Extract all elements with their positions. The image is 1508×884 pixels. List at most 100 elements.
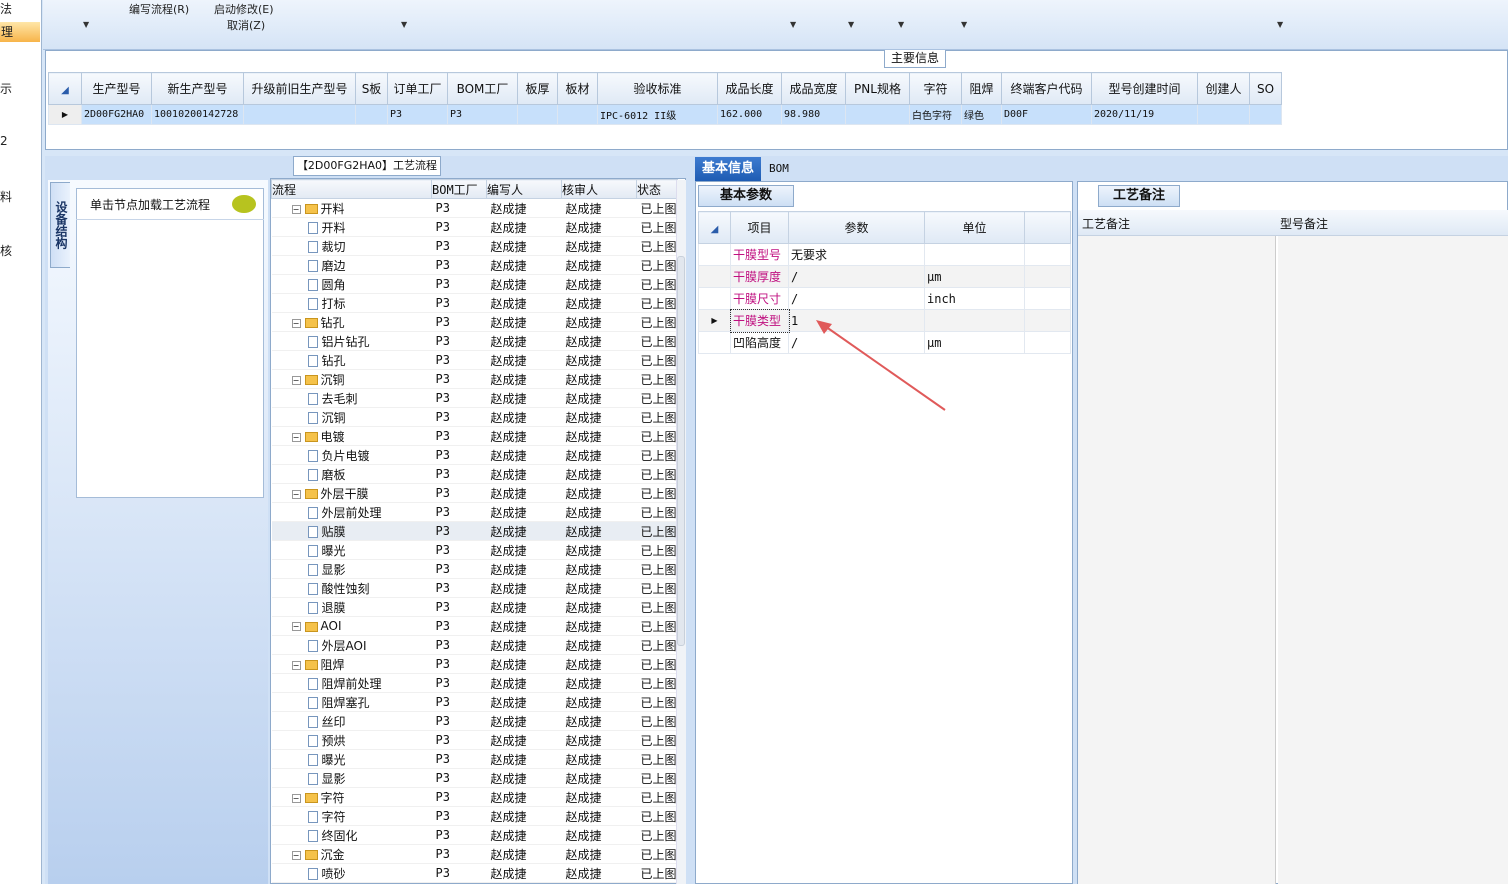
table-cell[interactable]: P3	[387, 104, 448, 125]
col-header[interactable]: 订单工厂	[387, 72, 448, 105]
col-header[interactable]: 验收标准	[597, 72, 718, 105]
col-header[interactable]: 阻焊	[961, 72, 1002, 105]
table-cell[interactable]: D00F	[1001, 104, 1092, 125]
table-cell[interactable]	[557, 104, 598, 125]
collapse-icon[interactable]: −	[291, 850, 301, 860]
tree-row[interactable]: 预烘 P3 赵成捷 赵成捷 已上图	[271, 730, 678, 750]
tree-row[interactable]: 显影 P3 赵成捷 赵成捷 已上图	[271, 768, 678, 788]
nav-item[interactable]: 2	[0, 134, 8, 148]
col-header[interactable]: 创建人	[1197, 72, 1250, 105]
param-value[interactable]: 无要求	[788, 243, 925, 266]
dropdown-arrow-icon[interactable]: ▼	[790, 20, 796, 29]
table-cell[interactable]: 绿色	[961, 104, 1002, 125]
table-row[interactable]: ▶ 2D00FG2HA0 10010200142728 P3 P3 IPC-6012 I…	[48, 104, 1282, 125]
collapse-icon[interactable]: −	[291, 204, 301, 214]
tree-row[interactable]: 沉铜 P3 赵成捷 赵成捷 已上图	[271, 407, 678, 427]
col-header[interactable]: 成品宽度	[781, 72, 846, 105]
col-header[interactable]: 字符	[909, 72, 962, 105]
dropdown-arrow-icon[interactable]: ▼	[848, 20, 854, 29]
dropdown-arrow-icon[interactable]: ▼	[83, 20, 89, 29]
tree-row[interactable]: − 字符 P3 赵成捷 赵成捷 已上图	[271, 787, 678, 807]
col-header[interactable]: 升级前旧生产型号	[243, 72, 356, 105]
col-header[interactable]: S板	[355, 72, 388, 105]
col-header[interactable]: 板厚	[517, 72, 558, 105]
tree-row[interactable]: 磨板 P3 赵成捷 赵成捷 已上图	[271, 464, 678, 484]
process-title-tab[interactable]: 【2D00FG2HA0】工艺流程	[293, 156, 441, 176]
row-select-corner[interactable]: ◢	[48, 72, 82, 105]
tree-row[interactable]: 裁切 P3 赵成捷 赵成捷 已上图	[271, 236, 678, 256]
col-header[interactable]: SO	[1249, 72, 1282, 105]
tree-row[interactable]: 外层前处理 P3 赵成捷 赵成捷 已上图	[271, 502, 678, 522]
tree-row[interactable]: 阻焊塞孔 P3 赵成捷 赵成捷 已上图	[271, 692, 678, 712]
col-header-param[interactable]: 参数	[788, 211, 925, 244]
tree-row[interactable]: − 开料 P3 赵成捷 赵成捷 已上图	[271, 198, 678, 218]
table-cell[interactable]: 162.000	[717, 104, 782, 125]
collapse-icon[interactable]: −	[291, 793, 301, 803]
table-cell[interactable]	[517, 104, 558, 125]
tree-row[interactable]: 字符 P3 赵成捷 赵成捷 已上图	[271, 806, 678, 826]
tree-row[interactable]: 去毛刺 P3 赵成捷 赵成捷 已上图	[271, 388, 678, 408]
col-header[interactable]: 终端客户代码	[1001, 72, 1092, 105]
collapse-icon[interactable]: −	[291, 432, 301, 442]
collapse-icon[interactable]: −	[291, 375, 301, 385]
tree-row[interactable]: 磨边 P3 赵成捷 赵成捷 已上图	[271, 255, 678, 275]
tree-row[interactable]: − 阻焊 P3 赵成捷 赵成捷 已上图	[271, 654, 678, 674]
nav-item-selected[interactable]: 理	[0, 22, 40, 42]
col-header[interactable]: 成品长度	[717, 72, 782, 105]
table-cell[interactable]: 2020/11/19	[1091, 104, 1198, 125]
col-header[interactable]: 生产型号	[81, 72, 152, 105]
dropdown-arrow-icon[interactable]: ▼	[401, 20, 407, 29]
collapse-icon[interactable]: −	[291, 622, 301, 631]
collapse-icon[interactable]: −	[291, 489, 301, 499]
tree-row[interactable]: 铝片钻孔 P3 赵成捷 赵成捷 已上图	[271, 331, 678, 351]
col-header-status[interactable]: 状态	[636, 179, 678, 199]
dropdown-arrow-icon[interactable]: ▼	[961, 20, 967, 29]
table-cell[interactable]: 白色字符	[909, 104, 962, 125]
collapse-icon[interactable]: −	[291, 318, 301, 328]
table-cell[interactable]: P3	[447, 104, 518, 125]
table-cell[interactable]: 98.980	[781, 104, 846, 125]
param-row[interactable]: 干膜尺寸 / inch	[698, 287, 1071, 310]
tree-row[interactable]: 曝光 P3 赵成捷 赵成捷 已上图	[271, 749, 678, 769]
write-process-button[interactable]: 编写流程(R)	[129, 1, 189, 17]
col-header[interactable]: 新生产型号	[151, 72, 244, 105]
cancel-button[interactable]: 取消(Z)	[227, 17, 265, 33]
tree-row[interactable]: − 电镀 P3 赵成捷 赵成捷 已上图	[271, 426, 678, 446]
main-info-tab[interactable]: 主要信息	[884, 50, 946, 68]
tree-row[interactable]: 阻焊前处理 P3 赵成捷 赵成捷 已上图	[271, 673, 678, 693]
table-cell[interactable]	[845, 104, 910, 125]
col-header[interactable]: 型号创建时间	[1091, 72, 1198, 105]
tree-row[interactable]: 喷砂 P3 赵成捷 赵成捷 已上图	[271, 863, 678, 883]
nav-item[interactable]: 示	[0, 80, 12, 97]
param-row[interactable]: 干膜型号 无要求	[698, 243, 1071, 266]
tree-row[interactable]: 曝光 P3 赵成捷 赵成捷 已上图	[271, 540, 678, 560]
col-header-reviewer[interactable]: 核审人	[561, 179, 637, 199]
tree-row[interactable]: 酸性蚀刻 P3 赵成捷 赵成捷 已上图	[271, 578, 678, 598]
table-cell[interactable]: 2D00FG2HA0	[81, 104, 152, 125]
tree-row[interactable]: 钻孔 P3 赵成捷 赵成捷 已上图	[271, 350, 678, 370]
tree-row[interactable]: 丝印 P3 赵成捷 赵成捷 已上图	[271, 711, 678, 731]
scrollbar-thumb[interactable]	[677, 256, 685, 646]
process-notes-field[interactable]	[1078, 236, 1276, 884]
param-value[interactable]: /	[788, 265, 925, 288]
col-header-factory[interactable]: BOM工厂	[431, 179, 487, 199]
col-header[interactable]: BOM工厂	[447, 72, 518, 105]
tab-bom[interactable]: BOM	[769, 157, 809, 181]
tree-row[interactable]: − AOI P3 赵成捷 赵成捷 已上图	[271, 616, 678, 636]
nav-item[interactable]: 法	[0, 0, 12, 17]
process-notes-tab[interactable]: 工艺备注	[1098, 185, 1180, 207]
tree-row[interactable]: 退膜 P3 赵成捷 赵成捷 已上图	[271, 597, 678, 617]
tree-row[interactable]: − 沉铜 P3 赵成捷 赵成捷 已上图	[271, 369, 678, 389]
collapse-icon[interactable]: −	[291, 660, 301, 670]
model-notes-field[interactable]	[1278, 236, 1508, 884]
nav-item[interactable]: 核	[0, 242, 12, 259]
tree-row[interactable]: 外层AOI P3 赵成捷 赵成捷 已上图	[271, 635, 678, 655]
tree-row[interactable]: 显影 P3 赵成捷 赵成捷 已上图	[271, 559, 678, 579]
table-cell[interactable]	[1249, 104, 1282, 125]
dropdown-arrow-icon[interactable]: ▼	[898, 20, 904, 29]
basic-params-tab[interactable]: 基本参数	[698, 185, 794, 207]
table-cell[interactable]: IPC-6012 II级	[597, 104, 718, 125]
start-modify-button[interactable]: 启动修改(E)	[214, 1, 274, 17]
table-cell[interactable]	[243, 104, 356, 125]
equipment-structure-tab[interactable]: 设备结构	[50, 182, 70, 268]
